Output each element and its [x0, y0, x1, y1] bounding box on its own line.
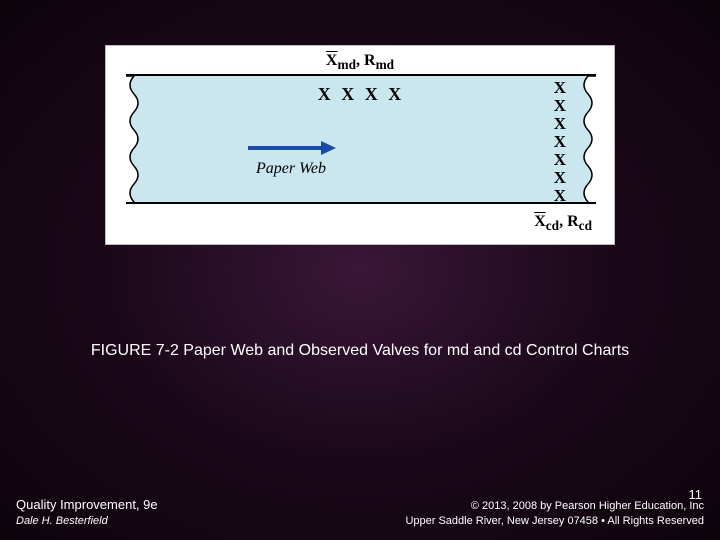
book-title: Quality Improvement, 9e	[16, 497, 158, 514]
md-sample-marks: X X X X	[318, 84, 405, 105]
wavy-edge-left-icon	[126, 76, 144, 204]
footer-book-info: Quality Improvement, 9e Dale H. Besterfi…	[16, 497, 158, 528]
copyright-line-2: Upper Saddle River, New Jersey 07458 • A…	[405, 514, 704, 528]
footer-copyright: © 2013, 2008 by Pearson Higher Education…	[405, 499, 704, 528]
copyright-line-1: © 2013, 2008 by Pearson Higher Education…	[405, 499, 704, 513]
figure-image: Xmd, Rmd X X X X Paper Web X X X X X X X	[105, 45, 615, 245]
paper-web-label: Paper Web	[256, 160, 326, 178]
cd-axis-label: Xcd, Rcd	[534, 213, 592, 234]
paper-web-region: X X X X Paper Web X X X X X X X	[126, 74, 596, 204]
figure-caption: FIGURE 7-2 Paper Web and Observed Valves…	[0, 342, 720, 360]
wavy-edge-right-icon	[578, 76, 596, 204]
arrow-right-icon	[246, 138, 336, 158]
book-author: Dale H. Besterfield	[16, 514, 158, 528]
slide-footer: Quality Improvement, 9e Dale H. Besterfi…	[0, 497, 720, 528]
paper-web-arrow-group: Paper Web	[246, 138, 336, 178]
md-axis-label: Xmd, Rmd	[326, 52, 394, 73]
cd-sample-marks: X X X X X X X	[554, 79, 566, 204]
